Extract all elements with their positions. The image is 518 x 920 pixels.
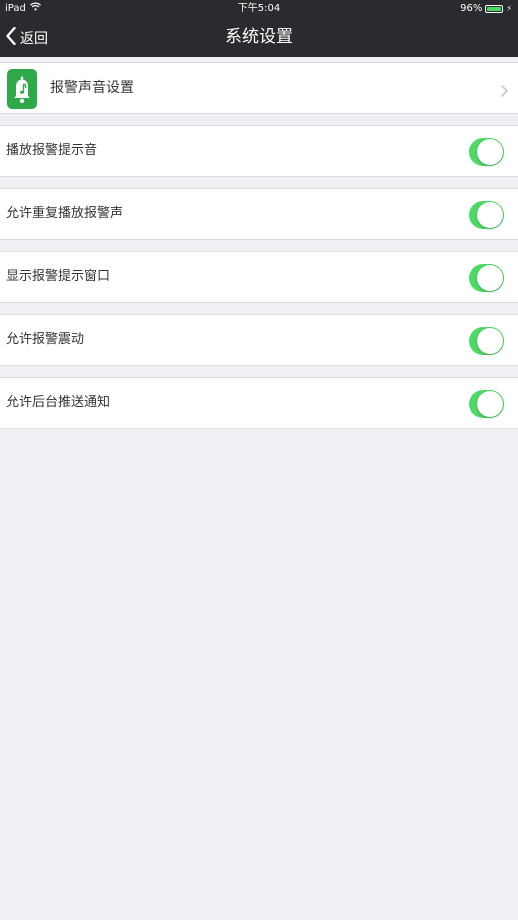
toggle-knob — [477, 139, 503, 165]
sound-settings-row[interactable]: 报警声音设置 — [0, 62, 518, 114]
battery-icon — [485, 5, 504, 13]
toggle-row-alarm-vibration: 允许报警震动 — [0, 314, 518, 366]
play-alarm-sound-toggle[interactable] — [469, 138, 504, 166]
status-right: 96% ⚡ — [460, 0, 512, 18]
toggle-knob — [477, 391, 503, 417]
navigation-bar: 返回 系统设置 — [0, 18, 518, 57]
toggle-label: 播放报警提示音 — [6, 143, 98, 158]
status-bar: iPad 下午5:04 96% ⚡ — [0, 0, 518, 18]
toggle-label: 允许后台推送通知 — [6, 395, 111, 410]
toggle-label: 显示报警提示窗口 — [6, 269, 111, 284]
toggle-row-play-alarm-sound: 播放报警提示音 — [0, 125, 518, 177]
toggle-row-show-alarm-window: 显示报警提示窗口 — [0, 251, 518, 303]
show-alarm-window-toggle[interactable] — [469, 264, 504, 292]
repeat-alarm-toggle[interactable] — [469, 201, 504, 229]
background-push-toggle[interactable] — [469, 390, 504, 418]
toggle-label: 允许报警震动 — [6, 332, 85, 347]
top-bar: iPad 下午5:04 96% ⚡ 返回 系统设置 — [0, 0, 518, 57]
toggle-knob — [477, 265, 503, 291]
alarm-vibration-toggle[interactable] — [469, 327, 504, 355]
toggle-knob — [477, 328, 503, 354]
battery-percent: 96% — [460, 3, 483, 14]
toggle-row-repeat-alarm: 允许重复播放报警声 — [0, 188, 518, 240]
page-title: 系统设置 — [225, 27, 293, 47]
toggle-knob — [477, 202, 503, 228]
charging-bolt-icon: ⚡ — [506, 4, 512, 13]
alarm-bell-music-icon — [7, 69, 37, 109]
chevron-right-icon — [501, 82, 508, 101]
toggle-row-background-push: 允许后台推送通知 — [0, 377, 518, 429]
toggle-label: 允许重复播放报警声 — [6, 206, 124, 221]
battery-level-fill — [487, 7, 501, 11]
status-time: 下午5:04 — [237, 3, 281, 14]
sound-settings-label: 报警声音设置 — [50, 80, 134, 96]
